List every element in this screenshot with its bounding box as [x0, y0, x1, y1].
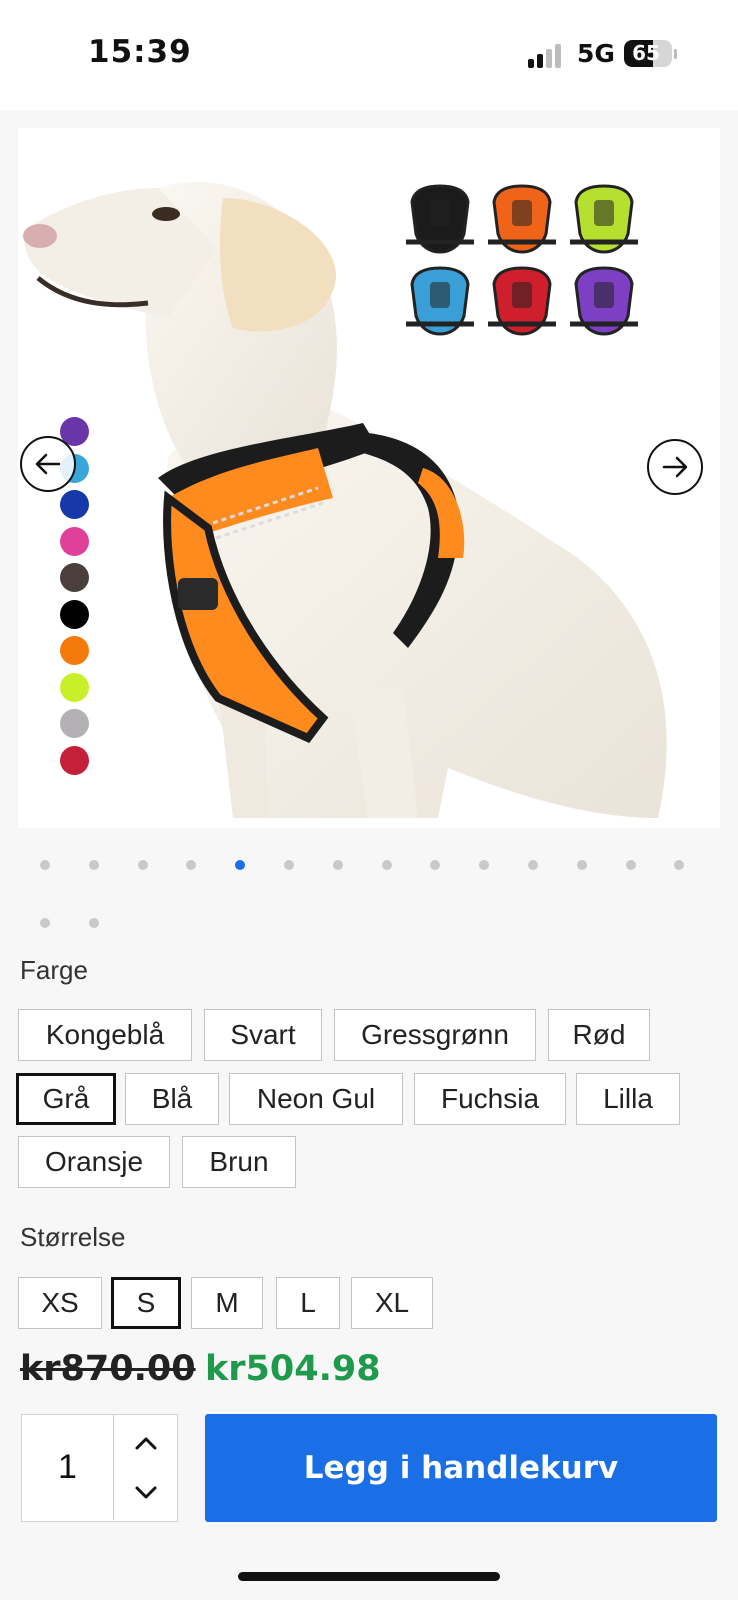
color-swatch [60, 599, 89, 629]
harness-thumbnail [406, 184, 474, 254]
battery-icon: 65 [624, 40, 672, 67]
quantity-input[interactable]: 1 [22, 1415, 114, 1520]
product-image[interactable] [18, 128, 720, 828]
carousel-dot[interactable] [430, 860, 441, 870]
battery-percent: 65 [632, 41, 660, 65]
carousel-dot[interactable] [381, 860, 392, 870]
harness-color-grid [406, 184, 638, 336]
color-option-button[interactable]: Brun [182, 1136, 296, 1188]
size-label: Størrelse [20, 1222, 126, 1252]
carousel-dot[interactable] [186, 860, 197, 870]
color-swatch [60, 563, 89, 592]
home-indicator [238, 1572, 500, 1581]
color-option-button[interactable]: Grå [16, 1073, 116, 1125]
color-option-button[interactable]: Rød [548, 1009, 650, 1061]
size-option-button[interactable]: L [276, 1277, 340, 1329]
carousel-dot[interactable] [235, 860, 246, 870]
color-swatch [60, 490, 89, 519]
harness-thumbnail [488, 184, 556, 254]
size-option-button[interactable]: S [111, 1277, 181, 1329]
carousel-dot[interactable] [137, 860, 148, 870]
color-option-button[interactable]: Gressgrønn [334, 1009, 536, 1061]
harness-thumbnail [488, 266, 556, 336]
color-swatch [60, 745, 89, 775]
quantity-decrease-button[interactable] [116, 1467, 176, 1519]
status-time: 15:39 [88, 34, 192, 70]
harness-thumbnail [570, 266, 638, 336]
quantity-stepper: 1 [21, 1414, 178, 1522]
next-image-button[interactable] [647, 439, 703, 495]
arrow-left-icon [35, 453, 61, 475]
size-option-button[interactable]: M [191, 1277, 263, 1329]
carousel-dot[interactable] [88, 918, 99, 928]
color-swatch [60, 709, 89, 738]
previous-image-button[interactable] [20, 436, 76, 492]
carousel-dot[interactable] [332, 860, 343, 870]
color-swatch [60, 636, 89, 665]
harness-thumbnail [570, 184, 638, 254]
carousel-dot[interactable] [576, 860, 587, 870]
battery-tip [674, 49, 677, 59]
carousel-dot[interactable] [88, 860, 99, 870]
color-option-button[interactable]: Oransje [18, 1136, 170, 1188]
color-swatch [60, 526, 89, 556]
carousel-dot[interactable] [40, 918, 50, 928]
size-option-button[interactable]: XL [351, 1277, 433, 1329]
original-price: kr870.00 [20, 1349, 196, 1389]
carousel-dot[interactable] [479, 860, 490, 870]
sale-price: kr504.98 [205, 1349, 381, 1389]
cellular-signal-icon [528, 44, 564, 68]
color-option-button[interactable]: Kongeblå [18, 1009, 192, 1061]
add-to-cart-button[interactable]: Legg i handlekurv [205, 1414, 717, 1522]
chevron-down-icon [135, 1486, 157, 1499]
carousel-dot[interactable] [284, 860, 294, 870]
color-option-button[interactable]: Fuchsia [414, 1073, 566, 1125]
arrow-right-icon [662, 456, 688, 478]
carousel-dot[interactable] [674, 860, 685, 870]
color-swatch [60, 672, 89, 702]
color-option-button[interactable]: Neon Gul [229, 1073, 403, 1125]
color-option-button[interactable]: Blå [125, 1073, 219, 1125]
size-option-button[interactable]: XS [18, 1277, 102, 1329]
carousel-dot[interactable] [528, 860, 538, 870]
color-option-button[interactable]: Svart [204, 1009, 322, 1061]
color-option-button[interactable]: Lilla [576, 1073, 680, 1125]
chevron-up-icon [135, 1437, 157, 1450]
carousel-dot[interactable] [40, 860, 50, 870]
quantity-increase-button[interactable] [116, 1417, 176, 1469]
status-bar: 15:39 5G 65 [0, 0, 738, 110]
network-type: 5G [577, 39, 615, 68]
harness-thumbnail [406, 266, 474, 336]
carousel-dot[interactable] [625, 860, 636, 870]
color-label: Farge [20, 955, 88, 985]
